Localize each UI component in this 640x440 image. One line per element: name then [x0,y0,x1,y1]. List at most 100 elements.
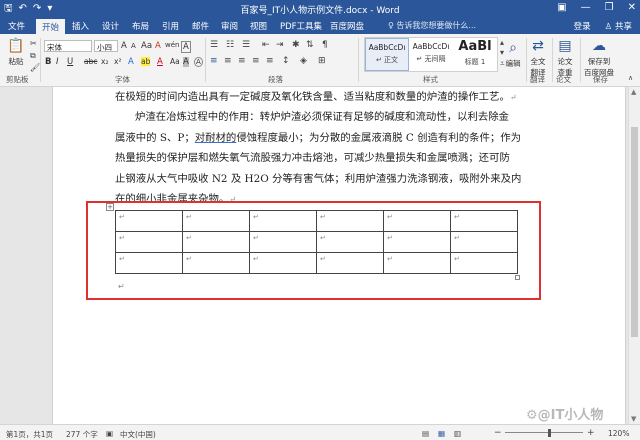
share-button[interactable]: ♙ 共享 [605,20,632,32]
spell-check-underline[interactable]: 对耐材的 [195,132,237,144]
paper-check-button[interactable]: ▤ 论文 查重 [553,38,577,78]
tab-home[interactable]: 开始 [36,19,66,34]
translate-group-label: 翻译 [530,75,545,84]
word-count[interactable]: 277 个字 [66,429,98,440]
tab-layout[interactable]: 布局 [132,20,149,32]
phonetic-guide-button[interactable]: wén [165,41,179,49]
highlight-box [86,201,541,300]
aa-button[interactable]: Aa [170,57,180,66]
format-painter-icon[interactable]: 🖌 [30,63,40,72]
superscript-button[interactable]: x² [114,57,121,66]
align-right-icon[interactable]: ≡ [238,56,246,66]
style-heading-1[interactable]: AaBl 标题 1 [453,38,497,71]
save-group-label: 保存 [593,75,608,84]
title-bar: 🖫 ↶ ↷ ▾ 百家号_IT小人物示例文件.docx - Word ▣ — ❐ … [0,0,640,18]
italic-button[interactable]: I [56,57,59,67]
shading-icon[interactable]: ◈ [300,56,307,66]
print-layout-icon[interactable]: ▦ [438,429,445,438]
font-group-label: 字体 [115,75,130,84]
line-spacing-icon[interactable]: ↕ [282,56,290,66]
change-case-button[interactable]: Aa [141,41,152,51]
scroll-thumb[interactable] [631,127,638,337]
subscript-button[interactable]: x₂ [101,57,108,66]
fulltext-translate-button[interactable]: ⇄ 全文 翻译 [527,38,549,78]
clear-format-button[interactable]: A [155,41,161,51]
language-indicator[interactable]: 中文(中国) [120,429,156,440]
restore-icon[interactable]: ❐ [605,2,614,13]
font-name-combo[interactable]: 宋体 [44,40,92,52]
borders-icon[interactable]: ⊞ [318,56,326,66]
distributed-icon[interactable]: ≡ [266,56,274,66]
zoom-level[interactable]: 120% [608,429,629,438]
ribbon-display-icon[interactable]: ▣ [557,2,566,13]
tab-mailings[interactable]: 邮件 [192,20,209,32]
page-count[interactable]: 第1页，共1页 [6,429,53,440]
justify-icon[interactable]: ≡ [252,56,260,66]
styles-gallery: AaBbCcDı ↵ 正文 AaBbCcDı ↵ 无间隔 AaBl 标题 1 [364,37,498,72]
document-line-3: 属液中的 S、P；对耐材的侵蚀程度最小；为分散的金属液滴脱 C 创造有利的条件；… [115,132,522,144]
tab-pdf-tools[interactable]: PDF工具集 [280,20,322,32]
shrink-font-button[interactable]: A [131,42,136,50]
tell-me-search[interactable]: ♀ 告诉我您想要做什么... [388,20,476,31]
web-layout-icon[interactable]: ▥ [454,429,461,438]
login-link[interactable]: 登录 [574,20,591,32]
style-normal[interactable]: AaBbCcDı ↵ 正文 [365,38,409,71]
document-area: 在极短的时间内造出具有一定碱度及氧化铁含量、适当粘度和数量的炉渣的操作工艺。↵ … [0,87,640,424]
collapse-ribbon-icon[interactable]: ∧ [628,74,633,82]
font-size-combo[interactable]: 小四 [94,40,118,52]
text-effects-button[interactable]: A [128,57,134,67]
copy-icon[interactable]: ⧉ [30,51,36,61]
styles-group-label: 样式 [423,75,438,84]
tab-review[interactable]: 审阅 [221,20,238,32]
style-no-spacing[interactable]: AaBbCcDı ↵ 无间隔 [409,38,453,71]
zoom-slider-knob[interactable] [548,429,551,437]
tab-references[interactable]: 引用 [162,20,179,32]
zoom-in-button[interactable]: + [587,428,595,438]
bullets-icon[interactable]: ☰ [210,40,218,50]
tab-design[interactable]: 设计 [102,20,119,32]
paste-icon: 📋 [7,38,25,54]
cut-icon[interactable]: ✂ [30,39,37,48]
find-icon: ⌕ [509,40,517,56]
tab-baidu-netdisk[interactable]: 百度网盘 [330,20,364,32]
separator [358,38,359,82]
document-line-1: 在极短的时间内造出具有一定碱度及氧化铁含量、适当粘度和数量的炉渣的操作工艺。↵ [115,91,517,103]
editing-button[interactable]: ⌕ 编辑 [500,40,526,69]
char-border-button[interactable]: A [181,41,191,53]
grow-font-button[interactable]: A [121,41,127,51]
ribbon-tabs: 文件 开始 插入 设计 布局 引用 邮件 审阅 视图 PDF工具集 百度网盘 ♀… [0,18,640,34]
increase-indent-icon[interactable]: ⇥ [276,40,284,50]
document-line-4: 热量损失的保护层和燃失氧气流股强力冲击熔池，可减少热量损失和金属喷溅；还可防 [115,152,510,164]
paste-button[interactable]: 📋 粘贴 [4,38,28,67]
tab-view[interactable]: 视图 [250,20,267,32]
highlight-button[interactable]: ab [141,57,151,66]
decrease-indent-icon[interactable]: ⇤ [262,40,270,50]
paper-check-icon: ▤ [558,38,572,54]
chinese-layout-icon[interactable]: ✱ [292,40,300,50]
numbering-icon[interactable]: ☷ [226,40,234,50]
scroll-up-icon[interactable]: ▲ [631,88,636,96]
vertical-scrollbar[interactable]: ▲ ▼ [628,87,640,424]
save-to-baidu-button[interactable]: ☁ 保存到 百度网盘 [582,38,616,78]
tab-insert[interactable]: 插入 [72,20,89,32]
align-left-icon[interactable]: ≡ [210,56,218,66]
zoom-out-button[interactable]: − [494,428,502,438]
paragraph-group-label: 段落 [268,75,283,84]
tab-file[interactable]: 文件 [8,20,25,32]
multilevel-list-icon[interactable]: ☰ [242,40,250,50]
enclose-char-button[interactable]: A [194,57,203,67]
char-shading-button[interactable]: A [183,57,189,67]
bold-button[interactable]: B [45,57,51,67]
read-mode-icon[interactable]: ▤ [422,429,429,438]
align-center-icon[interactable]: ≡ [224,56,232,66]
scroll-down-icon[interactable]: ▼ [631,415,636,423]
show-marks-icon[interactable]: ¶ [322,40,328,50]
close-icon[interactable]: ✕ [628,2,636,13]
font-color-button[interactable]: A [157,57,163,67]
zoom-slider[interactable] [505,432,583,433]
strikethrough-button[interactable]: abc [84,57,97,66]
sort-icon[interactable]: ⇅ [306,40,314,50]
proofing-icon[interactable]: ▣ [106,429,113,438]
underline-button[interactable]: U [67,57,73,67]
minimize-icon[interactable]: — [581,2,591,13]
